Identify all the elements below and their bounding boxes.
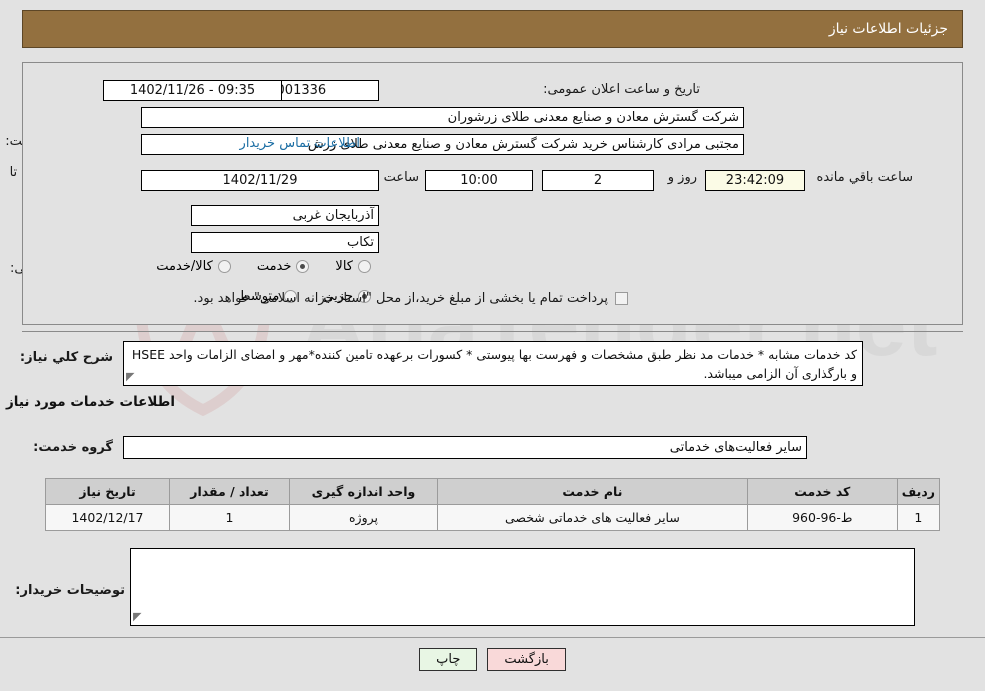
description-label-row: شرح کلي نیاز: (20, 350, 113, 365)
days-remaining-field: 2 (542, 170, 654, 191)
cell-qty: 1 (169, 504, 290, 531)
announce-datetime-field: 09:35 - 1402/11/26 (103, 80, 282, 101)
buyer-org-field: شرکت گسترش معادن و صنایع معدنی طلای زرشو… (141, 107, 744, 128)
service-group-field: سایر فعالیت‌های خدماتی (123, 436, 807, 459)
cell-name: سایر فعالیت های خدماتی شخصی (437, 504, 748, 531)
countdown-field: 23:42:09 (705, 170, 805, 191)
back-button[interactable]: بازگشت (487, 648, 566, 671)
buyer-org-field-row: شرکت گسترش معادن و صنایع معدنی طلای زرشو… (141, 107, 744, 128)
col-unit: واحد اندازه گیری (289, 478, 438, 505)
table-row: 1 ط-96-960 سایر فعالیت های خدماتی شخصی پ… (45, 504, 941, 531)
radio-icon-kala[interactable] (358, 260, 371, 273)
category-option-kala-khedmat-label: کالا/خدمت (156, 259, 213, 274)
contact-link-row: اطلاعات تماس خریدار (240, 136, 360, 151)
province-field-row: آذربایجان غربی (191, 205, 379, 226)
buyer-contact-link[interactable]: اطلاعات تماس خریدار (240, 136, 360, 151)
province-field: آذربایجان غربی (191, 205, 379, 226)
deadline-date-row: 1402/11/29 (141, 170, 379, 191)
cell-index: 1 (896, 504, 941, 531)
col-index: ردیف (896, 478, 941, 505)
category-radio-group: کالا خدمت کالا/خدمت (130, 259, 371, 274)
cell-code: ط-96-960 (746, 504, 898, 531)
category-option-kala-khedmat[interactable]: کالا/خدمت (156, 259, 231, 274)
hour-label: ساعت (383, 170, 419, 185)
col-need-date: تاریخ نیاز (45, 478, 170, 505)
description-value: کد خدمات مشابه * خدمات مد نظر طبق مشخصات… (131, 347, 857, 382)
page-header: جزئیات اطلاعات نیاز (22, 10, 963, 48)
buyer-notes-textarea[interactable]: ◥ (130, 548, 915, 626)
resize-grip-icon-notes[interactable]: ◥ (133, 608, 141, 625)
countdown-label-row: ساعت باقي مانده (817, 170, 913, 185)
days-field-row: 2 (542, 170, 654, 191)
col-code: کد خدمت (746, 478, 898, 505)
table-header-row: ردیف کد خدمت نام خدمت واحد اندازه گیری ت… (45, 478, 941, 505)
category-option-khedmat[interactable]: خدمت (257, 259, 310, 274)
hour-label-row: ساعت (384, 170, 419, 185)
cell-unit: پروژه (289, 504, 438, 531)
hour-field: 10:00 (425, 170, 533, 191)
page-root: AriaTender.net جزئیات اطلاعات نیاز شماره… (0, 0, 985, 691)
buyer-notes-label-row: توضیحات خریدار: (15, 583, 125, 598)
days-label-row: روز و (668, 170, 697, 185)
footer-button-bar: بازگشت چاپ (0, 648, 985, 671)
announce-datetime-label: تاریخ و ساعت اعلان عمومی: (543, 82, 700, 97)
treasury-text: پرداخت تمام یا بخشی از مبلغ خرید،از محل … (193, 291, 608, 306)
category-option-khedmat-label: خدمت (256, 259, 292, 274)
days-label: روز و (667, 170, 697, 185)
col-qty: تعداد / مقدار (169, 478, 290, 505)
radio-icon-khedmat[interactable] (296, 260, 310, 273)
service-group-label: گروه خدمت: (33, 440, 113, 455)
hour-field-row: 10:00 (425, 170, 533, 191)
services-table-wrapper: ردیف کد خدمت نام خدمت واحد اندازه گیری ت… (45, 478, 941, 531)
category-option-kala[interactable]: کالا (335, 259, 371, 274)
countdown-field-row: 23:42:09 (705, 170, 805, 191)
services-table: ردیف کد خدمت نام خدمت واحد اندازه گیری ت… (45, 478, 941, 531)
treasury-row: پرداخت تمام یا بخشی از مبلغ خرید،از محل … (193, 291, 628, 306)
page-title: جزئیات اطلاعات نیاز (828, 21, 948, 37)
service-group-label-row: گروه خدمت: (33, 440, 113, 455)
city-field-row: تکاب (191, 232, 379, 253)
cell-need-date: 1402/12/17 (45, 504, 170, 531)
description-textarea[interactable]: کد خدمات مشابه * خدمات مد نظر طبق مشخصات… (123, 341, 863, 386)
category-option-kala-label: کالا (335, 259, 353, 274)
service-group-field-row: سایر فعالیت‌های خدماتی (123, 436, 807, 459)
need-summary-panel (22, 62, 963, 325)
countdown-label: ساعت باقي مانده (816, 170, 913, 185)
footer-divider (0, 637, 985, 638)
buyer-notes-label: توضیحات خریدار: (15, 583, 125, 598)
city-field: تکاب (191, 232, 379, 253)
announce-field-row: 09:35 - 1402/11/26 (103, 80, 282, 101)
deadline-date-field: 1402/11/29 (141, 170, 379, 191)
creator-field: مجتبی مرادی کارشناس خرید شرکت گسترش معاد… (141, 134, 744, 155)
creator-field-row: مجتبی مرادی کارشناس خرید شرکت گسترش معاد… (141, 134, 744, 155)
services-section-title: اطلاعات خدمات مورد نیاز (5, 394, 175, 410)
col-name: نام خدمت (437, 478, 748, 505)
radio-icon-kala-khedmat[interactable] (217, 260, 231, 273)
description-label: شرح کلي نیاز: (19, 350, 113, 365)
treasury-checkbox[interactable] (615, 292, 628, 305)
resize-grip-icon[interactable]: ◥ (126, 368, 134, 385)
print-button[interactable]: چاپ (419, 648, 478, 671)
